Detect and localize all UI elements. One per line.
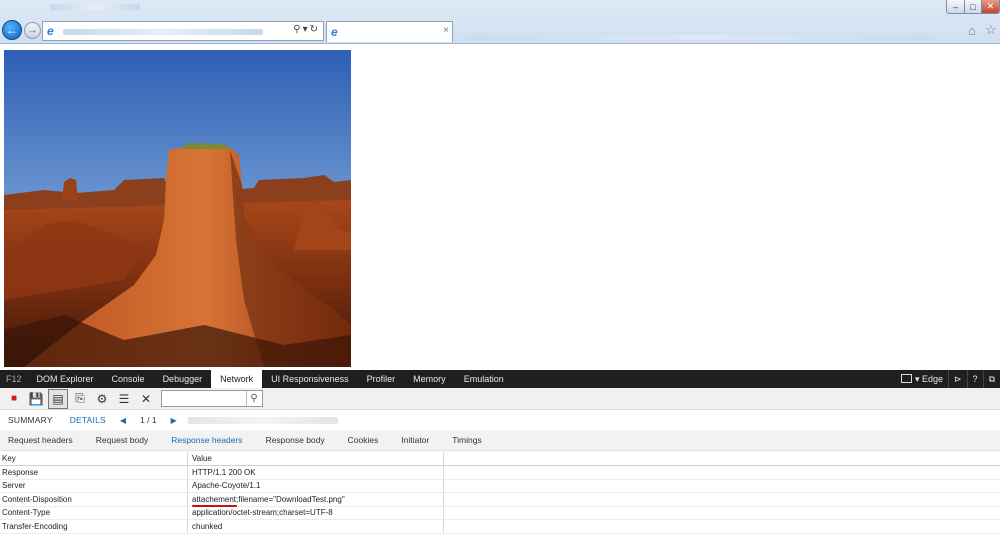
response-headers-table: Key Value Response HTTP/1.1 200 OK Serve…: [0, 452, 1000, 534]
header-key: Transfer-Encoding: [0, 520, 188, 533]
url-blur: [63, 29, 263, 35]
detail-sub-tabs: Request headers Request body Response he…: [0, 430, 1000, 451]
maximize-button[interactable]: □: [964, 0, 982, 14]
ie-page-icon: e: [47, 24, 54, 38]
search-icon[interactable]: ⚲: [246, 391, 261, 406]
back-arrow-icon: ←: [6, 23, 18, 37]
next-icon[interactable]: ▶: [157, 416, 177, 425]
tab-response-headers[interactable]: Response headers: [163, 435, 242, 445]
f12-label: F12: [6, 374, 22, 384]
table-row[interactable]: Server Apache-Coyote/1.1: [0, 479, 1000, 493]
tab-ie-icon: e: [331, 25, 338, 39]
summary-tab[interactable]: SUMMARY: [0, 415, 53, 425]
tab-initiator[interactable]: Initiator: [393, 435, 429, 445]
header-value: HTTP/1.1 200 OK: [188, 466, 444, 479]
minimize-button[interactable]: –: [946, 0, 965, 14]
table-row[interactable]: Response HTTP/1.1 200 OK: [0, 466, 1000, 480]
tab-network[interactable]: Network: [211, 370, 263, 388]
tab-profiler[interactable]: Profiler: [358, 370, 405, 388]
browser-chrome: – □ ✕ ← → e ⚲▾↻ e × ⌂ ☆: [0, 0, 1000, 44]
save-icon[interactable]: 💾: [26, 389, 46, 409]
page-image: [4, 50, 351, 367]
tab-request-headers[interactable]: Request headers: [0, 435, 73, 445]
tab-response-body[interactable]: Response body: [258, 435, 325, 445]
header-key: Response: [0, 466, 188, 479]
home-icon[interactable]: ⌂: [968, 23, 976, 38]
tab-close-icon[interactable]: ×: [443, 25, 449, 36]
document-mode-dropdown[interactable]: ▾ Edge: [896, 370, 948, 388]
dropdown-icon[interactable]: ▾: [303, 24, 310, 35]
favorites-star-icon[interactable]: ☆: [985, 22, 997, 38]
address-bar[interactable]: e ⚲▾↻: [42, 21, 324, 41]
filename-text: ;filename="DownloadTest.png": [236, 494, 345, 504]
header-key: Content-Type: [0, 506, 188, 519]
devtools-panel: F12 DOM Explorer Console Debugger Networ…: [0, 370, 1000, 541]
header-key: Server: [0, 479, 188, 492]
forward-button[interactable]: →: [24, 22, 41, 39]
header-value: chunked: [188, 520, 444, 533]
close-window-button[interactable]: ✕: [981, 0, 1000, 14]
tab-ui-responsiveness[interactable]: UI Responsiveness: [262, 370, 358, 388]
value-column-header[interactable]: Value: [188, 452, 444, 465]
tab-emulation[interactable]: Emulation: [455, 370, 513, 388]
devtools-right-controls: ▾ Edge ⊳ ? ⧉: [896, 370, 1000, 388]
forward-arrow-icon: →: [27, 25, 38, 36]
table-row[interactable]: Content-Type application/octet-stream;ch…: [0, 506, 1000, 520]
back-button[interactable]: ←: [2, 20, 22, 40]
tabstrip-blur: [470, 35, 930, 40]
summary-details-bar: SUMMARY DETAILS ◀ 1 / 1 ▶: [0, 410, 1000, 430]
header-value: application/octet-stream;charset=UTF-8: [188, 506, 444, 519]
previous-icon[interactable]: ◀: [106, 416, 126, 425]
header-value: attachement ;filename="DownloadTest.png": [188, 493, 444, 507]
clear-entries-icon[interactable]: ✕: [136, 389, 156, 409]
key-column-header[interactable]: Key: [0, 452, 188, 465]
console-toggle-icon[interactable]: ⊳: [948, 370, 967, 388]
header-key: Content-Disposition: [0, 493, 188, 506]
url-blur: [188, 417, 338, 424]
window-title-blur: [50, 4, 140, 10]
tab-console[interactable]: Console: [103, 370, 154, 388]
import-icon[interactable]: ⎘: [70, 389, 90, 409]
tab-memory[interactable]: Memory: [404, 370, 455, 388]
tab-dom-explorer[interactable]: DOM Explorer: [28, 370, 103, 388]
desert-butte-image: [4, 50, 351, 367]
clear-cache-icon[interactable]: ⚙: [92, 389, 112, 409]
header-value: Apache-Coyote/1.1: [188, 479, 444, 492]
help-button[interactable]: ?: [966, 370, 983, 388]
details-tab[interactable]: DETAILS: [53, 415, 106, 425]
browser-tab[interactable]: e ×: [326, 21, 453, 42]
undock-icon[interactable]: ⧉: [982, 370, 1000, 388]
emulation-screen-icon: [900, 374, 912, 383]
pager-count: 1 / 1: [140, 415, 157, 425]
document-mode-label: Edge: [921, 374, 943, 384]
stop-profiling-icon[interactable]: ■: [4, 389, 24, 409]
table-header-row: Key Value: [0, 452, 1000, 466]
filter-list-icon[interactable]: ☰: [114, 389, 134, 409]
table-row[interactable]: Transfer-Encoding chunked: [0, 520, 1000, 534]
details-view-icon[interactable]: ▤: [48, 388, 68, 409]
search-icon[interactable]: ⚲: [293, 24, 302, 35]
tab-request-body[interactable]: Request body: [88, 435, 148, 445]
table-row[interactable]: Content-Disposition attachement ;filename…: [0, 493, 1000, 507]
tab-debugger[interactable]: Debugger: [154, 370, 212, 388]
tab-cookies[interactable]: Cookies: [340, 435, 379, 445]
attachment-text: attachement: [192, 494, 237, 504]
underlined-value-part: attachement: [192, 494, 238, 507]
network-search-input[interactable]: ⚲: [161, 390, 263, 407]
refresh-icon[interactable]: ↻: [310, 24, 320, 35]
tab-timings[interactable]: Timings: [444, 435, 481, 445]
devtools-tab-bar: F12 DOM Explorer Console Debugger Networ…: [0, 370, 1000, 388]
network-toolbar: ■ 💾 ▤ ⎘ ⚙ ☰ ✕ ⚲: [0, 388, 1000, 410]
